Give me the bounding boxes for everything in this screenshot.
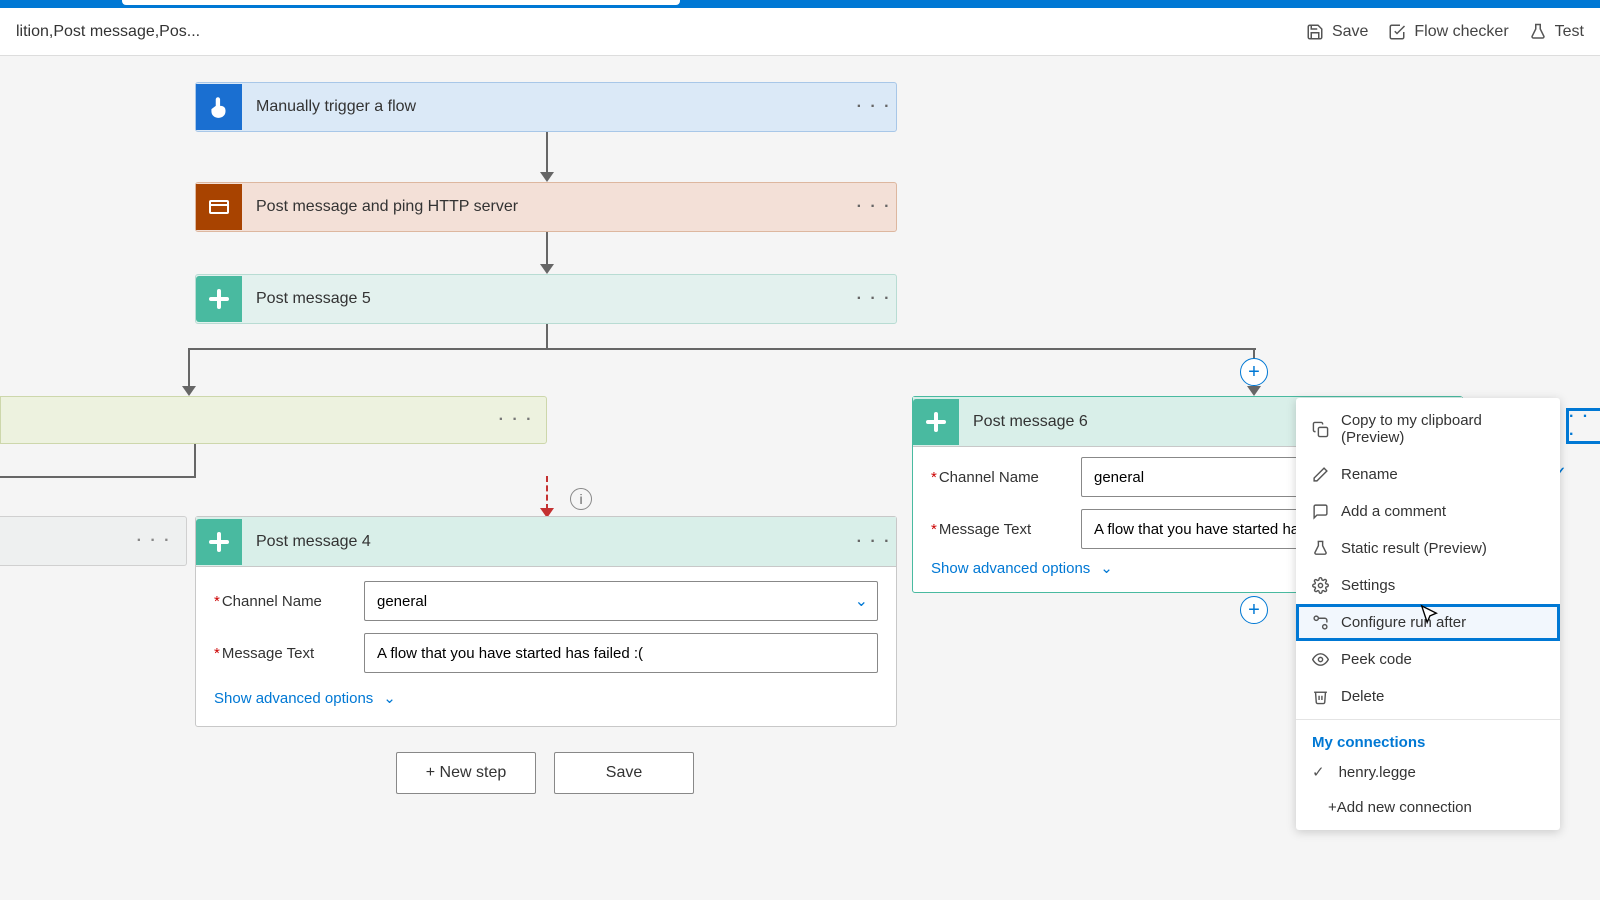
- slack-icon: [196, 276, 242, 322]
- message-text-input[interactable]: [364, 633, 878, 673]
- save-button[interactable]: Save: [1306, 23, 1368, 41]
- ellipsis-icon[interactable]: · · ·: [852, 198, 896, 216]
- collapsed-branch-card[interactable]: · · ·: [0, 396, 547, 444]
- slack-icon: [913, 399, 959, 445]
- ellipsis-icon[interactable]: · · ·: [852, 290, 896, 308]
- toolbar: lition,Post message,Pos... Save Flow che…: [0, 8, 1600, 56]
- test-button[interactable]: Test: [1529, 23, 1584, 41]
- trigger-card[interactable]: Manually trigger a flow · · ·: [195, 82, 897, 132]
- flow-checker-icon: [1388, 23, 1406, 41]
- arrowhead-icon: [540, 168, 554, 182]
- menu-copy[interactable]: Copy to my clipboard (Preview): [1296, 402, 1560, 456]
- card-header[interactable]: Post message 4 · · ·: [196, 517, 896, 567]
- search-bar[interactable]: [122, 0, 680, 5]
- run-after-icon: [1312, 614, 1329, 631]
- chevron-down-icon: ⌄: [1100, 559, 1113, 577]
- add-connection[interactable]: +Add new connection: [1296, 789, 1560, 822]
- eye-icon: [1312, 651, 1329, 668]
- ellipsis-icon[interactable]: · · ·: [132, 532, 176, 550]
- divider: [1296, 719, 1560, 720]
- ellipsis-icon[interactable]: · · ·: [494, 411, 538, 429]
- connection-item[interactable]: ✓ henry.legge: [1296, 755, 1560, 789]
- save-icon: [1306, 23, 1324, 41]
- copy-icon: [1312, 421, 1329, 438]
- menu-peek-code[interactable]: Peek code: [1296, 641, 1560, 678]
- arrowhead-icon: [540, 260, 554, 274]
- chevron-down-icon[interactable]: ⌄: [855, 591, 868, 611]
- chevron-down-icon: ⌄: [383, 689, 396, 707]
- msg4-title: Post message 4: [242, 533, 852, 551]
- arrowhead-icon: [182, 382, 196, 396]
- add-step-button[interactable]: +: [1240, 596, 1268, 624]
- flow-checker-button[interactable]: Flow checker: [1388, 23, 1508, 41]
- comment-icon: [1312, 503, 1329, 520]
- slack-icon: [196, 519, 242, 565]
- check-icon: ✓: [1312, 763, 1325, 781]
- branch-bar: [188, 348, 1256, 350]
- flask-icon: [1312, 540, 1329, 557]
- channel-name-select[interactable]: [364, 581, 878, 621]
- menu-static-result[interactable]: Static result (Preview): [1296, 530, 1560, 567]
- connector-line: [0, 476, 196, 478]
- menu-delete[interactable]: Delete: [1296, 678, 1560, 715]
- ellipsis-icon[interactable]: · · ·: [852, 533, 896, 551]
- info-icon[interactable]: i: [570, 488, 592, 510]
- menu-rename[interactable]: Rename: [1296, 456, 1560, 493]
- menu-settings[interactable]: Settings: [1296, 567, 1560, 604]
- add-branch-button[interactable]: +: [1240, 358, 1268, 386]
- manual-trigger-icon: [196, 84, 242, 130]
- show-advanced-link[interactable]: Show advanced options ⌄: [931, 559, 1113, 577]
- ellipsis-icon[interactable]: · · ·: [852, 98, 896, 116]
- menu-configure-run-after[interactable]: Configure run after: [1296, 604, 1560, 641]
- connector-line: [546, 324, 548, 348]
- show-advanced-link[interactable]: Show advanced options ⌄: [214, 689, 396, 707]
- menu-comment[interactable]: Add a comment: [1296, 493, 1560, 530]
- http-title: Post message and ping HTTP server: [242, 198, 852, 216]
- new-step-button[interactable]: + New step: [396, 752, 536, 794]
- collapsed-peer-card[interactable]: · · ·: [0, 516, 187, 566]
- connections-header: My connections: [1296, 724, 1560, 755]
- trigger-title: Manually trigger a flow: [242, 98, 852, 116]
- connector-line: [194, 444, 196, 476]
- msg5-title: Post message 5: [242, 290, 852, 308]
- gear-icon: [1312, 577, 1329, 594]
- save-flow-button[interactable]: Save: [554, 752, 694, 794]
- test-icon: [1529, 23, 1547, 41]
- post-message-4-card: Post message 4 · · · *Channel Name ⌄ *Me…: [195, 516, 897, 727]
- http-card[interactable]: Post message and ping HTTP server · · ·: [195, 182, 897, 232]
- pencil-icon: [1312, 466, 1329, 483]
- post-message-5-card[interactable]: Post message 5 · · ·: [195, 274, 897, 324]
- message-text-label: *Message Text: [931, 521, 1081, 538]
- breadcrumb: lition,Post message,Pos...: [16, 23, 1306, 41]
- channel-name-label: *Channel Name: [214, 593, 364, 610]
- channel-name-label: *Channel Name: [931, 469, 1081, 486]
- http-icon: [196, 184, 242, 230]
- trash-icon: [1312, 688, 1329, 705]
- message-text-label: *Message Text: [214, 645, 364, 662]
- context-menu: Copy to my clipboard (Preview) Rename Ad…: [1296, 398, 1560, 830]
- card-ellipsis-highlighted[interactable]: · · ·: [1566, 408, 1600, 444]
